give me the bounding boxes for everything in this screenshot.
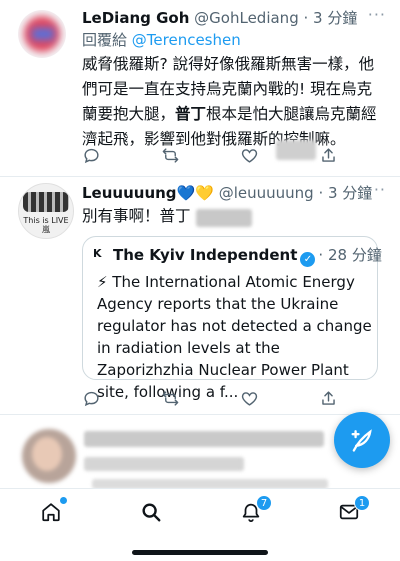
blurred-header [84, 431, 324, 447]
name-emojis: 💙💛 [176, 184, 214, 202]
avatar[interactable] [18, 10, 66, 58]
tweet-item[interactable]: LeDiang Goh @GohLediang · 3 分鐘 ··· 回覆給 @… [0, 0, 400, 176]
quoted-tweet-header: The Kyiv Independent ✓ · 28 分鐘 [113, 245, 382, 267]
quoted-display-name: The Kyiv Independent [113, 246, 298, 264]
reply-icon[interactable] [80, 144, 102, 166]
publisher-logo: K [93, 247, 102, 260]
verified-badge-icon: ✓ [300, 252, 316, 267]
tweet-actions [80, 144, 340, 166]
notifications-badge: 7 [256, 495, 272, 511]
retweet-icon[interactable] [159, 387, 181, 409]
replying-to: 回覆給 @Terenceshen [82, 30, 241, 50]
tab-search[interactable] [138, 499, 164, 525]
more-options-icon[interactable]: ··· [368, 5, 386, 24]
home-indicator [132, 550, 268, 555]
blurred-text [196, 209, 252, 227]
handle[interactable]: @leuuuuung [219, 184, 314, 202]
share-icon[interactable] [318, 387, 340, 409]
timestamp[interactable]: · 3 分鐘 [318, 184, 372, 202]
heart-icon[interactable] [239, 144, 261, 166]
messages-badge: 1 [354, 495, 370, 511]
tab-notifications[interactable]: 7 [238, 495, 272, 525]
avatar[interactable] [22, 429, 76, 483]
heart-icon[interactable] [239, 387, 261, 409]
home-unread-dot [60, 497, 67, 504]
timestamp[interactable]: · 3 分鐘 [304, 9, 358, 27]
tweet-header: Leuuuuung💙💛 @leuuuuung · 3 分鐘 [82, 183, 372, 203]
tweet-text: 威脅俄羅斯? 說得好像俄羅斯無害一樣，他們可是一直在支持烏克蘭內戰的! 現在烏克… [82, 52, 382, 152]
blurred-text [84, 457, 244, 471]
tweet-actions [80, 387, 340, 409]
display-name[interactable]: Leuuuuung [82, 184, 177, 202]
avatar-caption: This is LIVE 嵐 [23, 216, 69, 234]
share-icon[interactable] [318, 144, 340, 166]
tweet-item[interactable]: This is LIVE 嵐 Leuuuuung💙💛 @leuuuuung · … [0, 177, 400, 423]
reply-prefix: 回覆給 [82, 31, 132, 49]
display-name[interactable]: LeDiang Goh [82, 9, 189, 27]
home-icon [42, 503, 60, 522]
feather-compose-icon [351, 429, 372, 452]
search-icon [142, 503, 161, 522]
handle[interactable]: @GohLediang [194, 9, 299, 27]
tab-home[interactable] [38, 497, 67, 525]
tab-messages[interactable]: 1 [336, 495, 370, 525]
reply-icon[interactable] [80, 387, 102, 409]
tweet-text-bold: 普丁 [175, 105, 207, 123]
avatar[interactable]: This is LIVE 嵐 [18, 183, 74, 239]
quoted-tweet-text: ⚡ The International Atomic Energy Agency… [97, 273, 372, 401]
quoted-timestamp: · 28 分鐘 [318, 246, 382, 264]
quoted-tweet-card[interactable]: K The Kyiv Independent ✓ · 28 分鐘 ⚡ The Int… [82, 236, 382, 401]
compose-button[interactable] [334, 412, 390, 468]
retweet-icon[interactable] [159, 144, 181, 166]
more-options-icon[interactable]: ··· [368, 180, 386, 199]
mention-link[interactable]: @Terenceshen [132, 31, 241, 49]
tweet-header: LeDiang Goh @GohLediang · 3 分鐘 [82, 8, 357, 28]
bottom-tab-bar: 7 1 [0, 488, 400, 536]
